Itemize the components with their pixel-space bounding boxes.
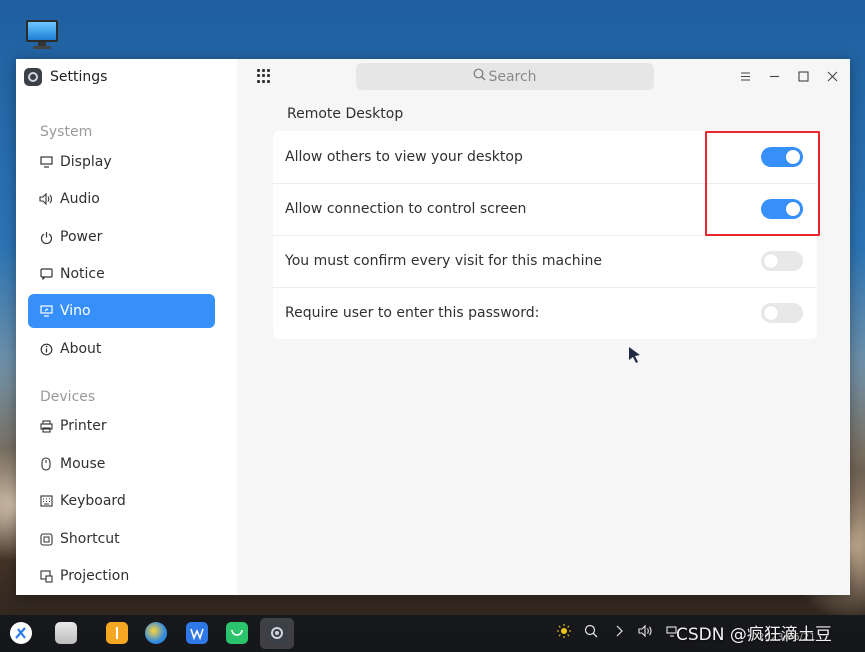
- shortcut-icon: [39, 532, 53, 546]
- watermark: CSDN @疯狂滴土豆: [676, 625, 832, 645]
- wps-office-icon[interactable]: [186, 622, 208, 644]
- software-store-icon[interactable]: [226, 622, 248, 644]
- search-input[interactable]: Search: [356, 63, 654, 90]
- section-title: Remote Desktop: [287, 106, 404, 122]
- chevron-right-icon[interactable]: [614, 624, 624, 642]
- setting-label: Allow others to view your desktop: [285, 149, 523, 165]
- about-icon: [39, 342, 53, 356]
- multitask-icon[interactable]: [55, 622, 77, 644]
- sidebar-item-keyboard[interactable]: Keyboard: [28, 484, 215, 518]
- sidebar-item-label: Vino: [60, 303, 91, 319]
- projection-icon: [39, 569, 53, 583]
- minimize-icon[interactable]: [763, 65, 785, 87]
- browser-icon[interactable]: [145, 622, 167, 644]
- sidebar-item-label: Shortcut: [60, 531, 120, 547]
- printer-icon: [39, 419, 53, 433]
- search-tray-icon[interactable]: [584, 624, 598, 642]
- app-grid-icon[interactable]: [257, 69, 271, 83]
- sidebar-item-label: Power: [60, 229, 103, 245]
- sidebar-item-label: Audio: [60, 191, 100, 207]
- sidebar-item-notice[interactable]: Notice: [28, 257, 215, 291]
- main-panel: Search Remote Desktop Allow others to vi…: [237, 59, 850, 595]
- setting-label: You must confirm every visit for this ma…: [285, 253, 603, 269]
- sidebar-item-printer[interactable]: Printer: [28, 409, 215, 443]
- sidebar-item-about[interactable]: About: [28, 332, 215, 366]
- sidebar-item-display[interactable]: Display: [28, 145, 215, 179]
- sidebar-item-vino[interactable]: Vino: [28, 294, 215, 328]
- maximize-icon[interactable]: [792, 65, 814, 87]
- volume-icon[interactable]: [638, 624, 654, 642]
- vino-icon: [39, 304, 53, 318]
- keyboard-icon: [39, 494, 53, 508]
- app-title: Settings: [50, 69, 108, 85]
- menu-icon[interactable]: [734, 65, 756, 87]
- sidebar-item-label: Projection: [60, 568, 130, 584]
- start-menu-icon[interactable]: [10, 622, 32, 644]
- setting-row-require-password: Require user to enter this password:: [273, 287, 817, 339]
- sidebar-item-power[interactable]: Power: [28, 220, 215, 254]
- close-icon[interactable]: [821, 65, 843, 87]
- mouse-icon: [39, 457, 53, 471]
- power-icon: [39, 230, 53, 244]
- annotation-highlight-box: [705, 131, 820, 236]
- sidebar-item-label: About: [60, 341, 102, 357]
- search-placeholder: Search: [488, 68, 537, 85]
- notice-icon: [39, 267, 53, 281]
- sidebar-item-label: Display: [60, 154, 112, 170]
- search-icon: [473, 68, 486, 85]
- group-title-devices: Devices: [40, 389, 96, 405]
- sidebar-item-label: Notice: [60, 266, 105, 282]
- sidebar-item-label: Keyboard: [60, 493, 126, 509]
- setting-label: Allow connection to control screen: [285, 201, 527, 217]
- sidebar: Settings System Display Audio Power Noti…: [16, 59, 237, 595]
- require-password-toggle[interactable]: [761, 303, 803, 323]
- settings-window: Settings System Display Audio Power Noti…: [16, 59, 850, 595]
- sidebar-item-shortcut[interactable]: Shortcut: [28, 522, 215, 556]
- settings-taskbar-icon[interactable]: [266, 622, 288, 644]
- sidebar-item-audio[interactable]: Audio: [28, 182, 215, 216]
- sidebar-item-projection[interactable]: Projection: [28, 559, 215, 593]
- app-header: Settings: [24, 67, 107, 87]
- confirm-visit-toggle[interactable]: [761, 251, 803, 271]
- audio-icon: [39, 192, 53, 206]
- computer-desktop-icon[interactable]: [24, 18, 60, 50]
- mouse-cursor-icon: [629, 347, 640, 363]
- sidebar-item-mouse[interactable]: Mouse: [28, 447, 215, 481]
- setting-label: Require user to enter this password:: [285, 305, 540, 321]
- file-manager-icon[interactable]: [106, 622, 128, 644]
- brightness-icon[interactable]: [557, 624, 571, 642]
- setting-row-confirm-visit: You must confirm every visit for this ma…: [273, 235, 817, 287]
- sidebar-item-label: Mouse: [60, 456, 106, 472]
- settings-app-icon: [24, 68, 42, 86]
- sidebar-item-label: Printer: [60, 418, 107, 434]
- group-title-system: System: [40, 124, 93, 140]
- display-icon: [39, 155, 53, 169]
